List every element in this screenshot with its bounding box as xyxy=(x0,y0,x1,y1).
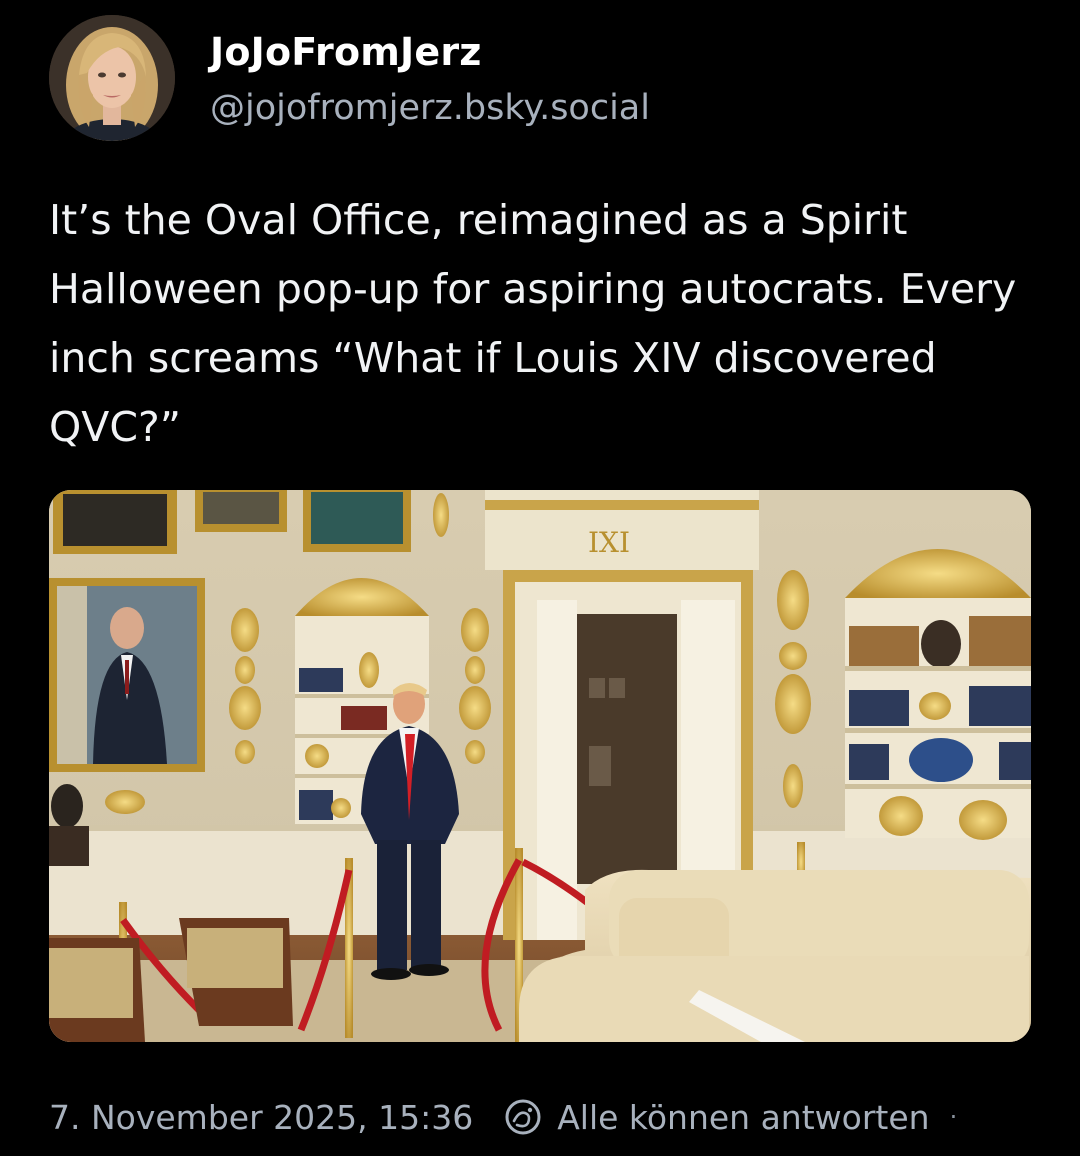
reply-setting-label[interactable]: Alle können antworten xyxy=(557,1098,929,1137)
more-options-dot[interactable]: · xyxy=(950,1103,958,1131)
post-footer: 7. November 2025, 15:36 Alle können antw… xyxy=(49,1092,957,1142)
post-text: It’s the Oval Office, reimagined as a Sp… xyxy=(49,196,1017,451)
door-inscription: IXI xyxy=(588,526,630,559)
avatar[interactable] xyxy=(49,15,175,141)
author-handle[interactable]: @jojofromjerz.bsky.social xyxy=(210,88,650,128)
post-image[interactable]: IXI xyxy=(49,490,1031,1042)
post-timestamp[interactable]: 7. November 2025, 15:36 xyxy=(49,1098,473,1137)
globe-icon[interactable] xyxy=(503,1097,543,1137)
author-display-name[interactable]: JoJoFromJerz xyxy=(210,30,482,74)
